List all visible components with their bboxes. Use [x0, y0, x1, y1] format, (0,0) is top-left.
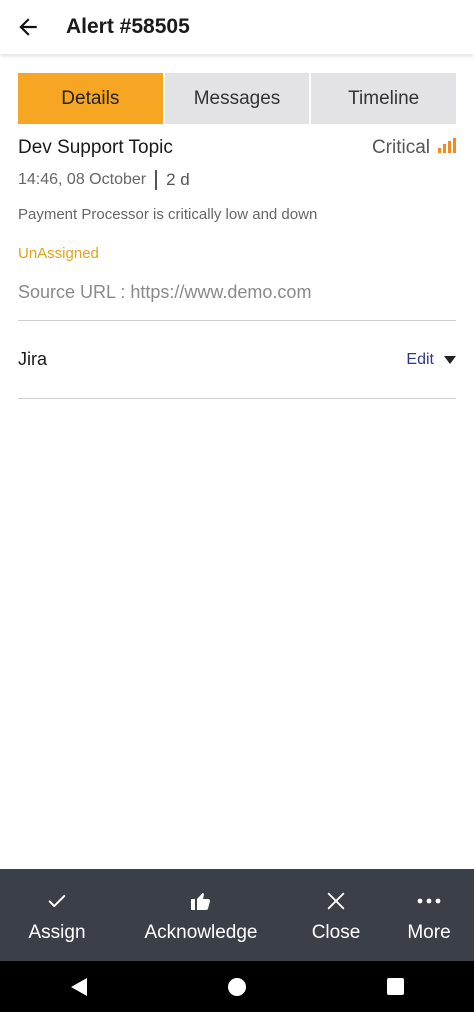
close-icon	[327, 892, 345, 910]
close-label: Close	[311, 922, 361, 943]
thumbs-up-icon	[191, 893, 211, 910]
chevron-down-icon[interactable]	[444, 355, 456, 364]
topic-row: Dev Support Topic Critical	[18, 124, 456, 172]
alert-topic: Dev Support Topic	[18, 137, 173, 158]
more-label: More	[407, 922, 451, 943]
signal-bars-icon	[438, 137, 456, 153]
divider	[18, 398, 456, 399]
assignment-status: UnAssigned	[18, 245, 99, 262]
time-row: 14:46, 08 October 2 d	[18, 170, 456, 190]
tab-details[interactable]: Details	[18, 73, 163, 124]
tab-messages[interactable]: Messages	[164, 73, 310, 124]
assign-label: Assign	[28, 922, 86, 943]
back-button[interactable]	[0, 0, 56, 54]
more-icon	[417, 898, 441, 904]
nav-back-icon[interactable]	[70, 977, 87, 996]
app-bar: Alert #58505	[0, 0, 474, 54]
alert-details: Dev Support Topic Critical 14:46, 08 Oct…	[18, 124, 456, 399]
edit-link[interactable]: Edit	[406, 351, 434, 369]
check-icon	[48, 894, 66, 908]
alert-timestamp: 14:46, 08 October	[18, 171, 147, 188]
page-title: Alert #58505	[66, 15, 190, 38]
assign-button[interactable]: Assign	[0, 869, 114, 961]
system-nav-bar	[0, 961, 474, 1012]
severity-indicator: Critical	[372, 137, 456, 159]
nav-recents-icon[interactable]	[386, 978, 404, 995]
jira-label: Jira	[18, 349, 48, 369]
jira-edit-control[interactable]: Edit	[406, 351, 456, 369]
severity-label: Critical	[371, 137, 430, 158]
action-bar: Assign Acknowledge Close More	[0, 869, 474, 961]
arrow-left-icon	[19, 18, 37, 36]
tab-bar: Details Messages Timeline	[18, 73, 457, 124]
divider	[155, 170, 158, 190]
tab-timeline[interactable]: Timeline	[311, 73, 457, 124]
source-url: Source URL : https://www.demo.com	[18, 282, 312, 302]
more-button[interactable]: More	[384, 869, 474, 961]
acknowledge-label: Acknowledge	[144, 922, 258, 943]
nav-home-icon[interactable]	[227, 977, 246, 996]
alert-description: Payment Processor is critically low and …	[18, 206, 318, 223]
acknowledge-button[interactable]: Acknowledge	[114, 869, 288, 961]
alert-age: 2 d	[166, 170, 190, 189]
jira-row[interactable]: Jira Edit	[18, 321, 456, 398]
close-button[interactable]: Close	[288, 869, 384, 961]
